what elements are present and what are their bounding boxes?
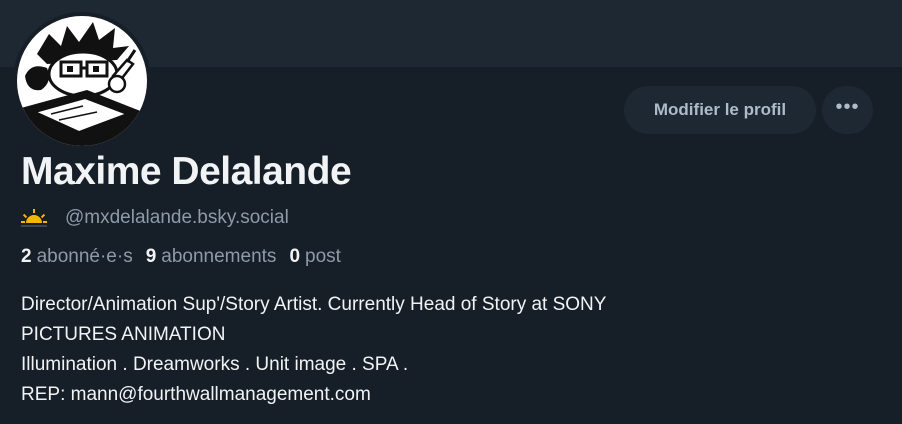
bio-line: Illumination . Dreamworks . Unit image .… [21, 354, 409, 375]
posts-label: post [305, 246, 341, 267]
following-stat[interactable]: 9 abonnements [146, 246, 277, 268]
handle-row: @mxdelalande.bsky.social [21, 206, 289, 230]
bio-line: REP: mann@fourthwallmanagement.com [21, 384, 371, 405]
bio-line: PICTURES ANIMATION [21, 324, 226, 345]
display-name: Maxime Delalande [21, 150, 352, 193]
followers-stat[interactable]: 2 abonné·e·s [21, 246, 133, 268]
avatar[interactable] [13, 12, 151, 150]
following-label: abonnements [161, 246, 277, 267]
bio-line: Director/Animation Sup'/Story Artist. Cu… [21, 294, 607, 315]
edit-profile-button[interactable]: Modifier le profil [624, 86, 816, 134]
following-count: 9 [145, 246, 157, 267]
more-dots-icon: ••• [835, 96, 860, 118]
posts-stat: 0 post [289, 246, 341, 268]
profile-handle[interactable]: @mxdelalande.bsky.social [65, 207, 289, 229]
followers-count: 2 [21, 246, 32, 267]
followers-label: abonné·e·s [36, 246, 133, 267]
sunrise-icon [21, 209, 47, 227]
more-options-button[interactable]: ••• [822, 86, 873, 134]
profile-stats: 2 abonné·e·s 9 abonnements 0 post [21, 246, 354, 268]
posts-count: 0 [289, 246, 301, 267]
avatar-image [17, 16, 147, 146]
profile-bio: Director/Animation Sup'/Story Artist. Cu… [21, 290, 881, 410]
